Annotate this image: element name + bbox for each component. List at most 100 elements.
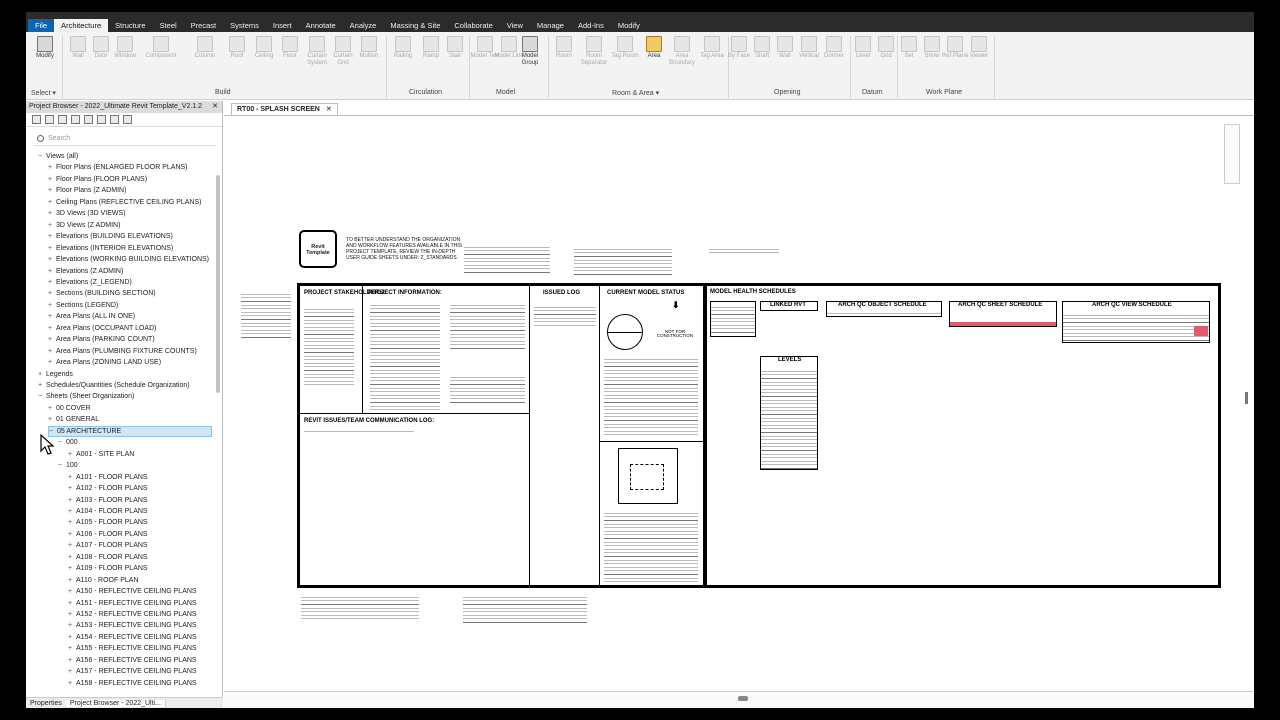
tree-item[interactable]: + A106 - FLOOR PLANS	[68, 529, 148, 540]
expand-icon[interactable]: +	[68, 563, 76, 574]
expand-icon[interactable]: +	[48, 334, 56, 345]
tab-insert[interactable]: Insert	[266, 19, 299, 32]
room-separator-button[interactable]: Room Separator	[579, 36, 609, 67]
tree-item[interactable]: + A150 - REFLECTIVE CEILING PLANS	[68, 586, 197, 597]
tree-item[interactable]: + Area Plans (PLUMBING FIXTURE COUNTS)	[48, 346, 197, 357]
tree-item[interactable]: + Elevations (WORKING BUILDING ELEVATIONS…	[48, 254, 209, 265]
tree-item[interactable]: + Floor Plans (Z ADMIN)	[48, 185, 126, 196]
expand-icon[interactable]: +	[68, 517, 76, 528]
tag-area-button[interactable]: Tag Area	[697, 36, 727, 60]
tree-item[interactable]: +3D Views (3D VIEWS)	[48, 208, 126, 219]
tree-item[interactable]: +01 GENERAL	[48, 414, 99, 425]
schedule-icon[interactable]	[71, 115, 80, 124]
group-icon[interactable]	[110, 115, 119, 124]
tree-item[interactable]: + Area Plans (PARKING COUNT)	[48, 334, 155, 345]
tab-annotate[interactable]: Annotate	[299, 19, 343, 32]
tree-item[interactable]: + A153 - REFLECTIVE CEILING PLANS	[68, 620, 197, 631]
tree-item[interactable]: + A151 - REFLECTIVE CEILING PLANS	[68, 598, 197, 609]
vertical-scrollbar[interactable]	[1245, 392, 1248, 404]
tree-item[interactable]: + Area Plans (ALL IN ONE)	[48, 311, 135, 322]
area-button[interactable]: Area	[639, 36, 669, 60]
tree-item[interactable]: + Area Plans (ZONING LAND USE)	[48, 357, 161, 368]
modify-button[interactable]: Modify	[30, 36, 60, 60]
tree-item[interactable]: −000	[58, 437, 78, 448]
tree-item[interactable]: +00 COVER	[48, 403, 91, 414]
expand-icon[interactable]: +	[68, 632, 76, 643]
tab-systems[interactable]: Systems	[223, 19, 266, 32]
tree-item[interactable]: −05 ARCHITECTURE	[48, 425, 212, 437]
tree-item[interactable]: + Schedules/Quantities (Schedule Organiza…	[38, 380, 190, 391]
tab-precast[interactable]: Precast	[184, 19, 223, 32]
horizontal-scrollbar[interactable]	[738, 696, 748, 701]
tree-item[interactable]: + Elevations (BUILDING ELEVATIONS)	[48, 231, 173, 242]
collapse-icon[interactable]: −	[38, 151, 46, 162]
tree-item[interactable]: − Views (all)	[38, 151, 78, 162]
expand-icon[interactable]: +	[68, 552, 76, 563]
dormer-button[interactable]: Dormer	[819, 36, 849, 60]
tab-analyze[interactable]: Analyze	[343, 19, 384, 32]
area-boundary-button[interactable]: Area Boundary	[667, 36, 697, 67]
tree-item[interactable]: + Sections (BUILDING SECTION)	[48, 288, 156, 299]
column-button[interactable]: Column	[190, 36, 220, 60]
expand-icon[interactable]: +	[68, 598, 76, 609]
sheet-icon[interactable]	[84, 115, 93, 124]
tab-modify[interactable]: Modify	[611, 19, 647, 32]
scrollbar[interactable]	[216, 175, 220, 393]
expand-icon[interactable]: +	[38, 369, 46, 380]
expand-icon[interactable]: +	[48, 311, 56, 322]
floor-plan-icon[interactable]	[45, 115, 54, 124]
expand-icon[interactable]: +	[68, 586, 76, 597]
expand-icon[interactable]: +	[48, 414, 56, 425]
stair-button[interactable]: Stair	[440, 36, 470, 60]
tree-item[interactable]: + Area Plans (OCCUPANT LOAD)	[48, 323, 157, 334]
viewer-button[interactable]: Viewer	[964, 36, 994, 60]
tab-collaborate[interactable]: Collaborate	[447, 19, 499, 32]
tree-item[interactable]: + A156 - REFLECTIVE CEILING PLANS	[68, 655, 197, 666]
section-icon[interactable]	[58, 115, 67, 124]
tree-item[interactable]: + A157 - REFLECTIVE CEILING PLANS	[68, 666, 197, 677]
expand-icon[interactable]: +	[68, 666, 76, 677]
tab-massing-site[interactable]: Massing & Site	[383, 19, 447, 32]
close-icon[interactable]: ✕	[212, 101, 218, 113]
expand-icon[interactable]: +	[48, 174, 56, 185]
tag-room-button[interactable]: Tag Room	[610, 36, 640, 60]
tab-manage[interactable]: Manage	[530, 19, 571, 32]
search-input[interactable]: Search	[34, 132, 216, 146]
mullion-button[interactable]: Mullion	[354, 36, 384, 60]
tree-item[interactable]: + Ceiling Plans (REFLECTIVE CEILING PLANS…	[48, 197, 202, 208]
tree-item[interactable]: + A001 - SITE PLAN	[68, 449, 134, 460]
tree-item[interactable]: + Sections (LEGEND)	[48, 300, 118, 311]
tab-properties[interactable]: Properties	[26, 700, 66, 707]
window-button[interactable]: Window	[110, 36, 140, 60]
expand-icon[interactable]: +	[68, 449, 76, 460]
tree-item[interactable]: + Elevations (Z ADMIN)	[48, 266, 123, 277]
drawing-canvas[interactable]: Revit Template TO BETTER UNDERSTAND THE …	[224, 116, 1254, 691]
tree-item[interactable]: + A101 - FLOOR PLANS	[68, 472, 148, 483]
tab-architecture[interactable]: Architecture	[54, 19, 109, 32]
collapse-icon[interactable]: −	[58, 460, 66, 471]
tree-item[interactable]: + A103 - FLOOR PLANS	[68, 495, 148, 506]
room-button[interactable]: Room	[549, 36, 579, 60]
tree-item[interactable]: + A105 - FLOOR PLANS	[68, 517, 148, 528]
panel-select[interactable]: Select ▾	[31, 89, 56, 97]
component-button[interactable]: Component	[141, 36, 181, 60]
tree-item[interactable]: +3D Views (Z ADMIN)	[48, 220, 120, 231]
tab-structure[interactable]: Structure	[108, 19, 152, 32]
tree-item[interactable]: + Floor Plans (ENLARGED FLOOR PLANS)	[48, 162, 187, 173]
tab-add-ins[interactable]: Add-Ins	[571, 19, 611, 32]
tab-view[interactable]: View	[500, 19, 530, 32]
expand-icon[interactable]: +	[48, 254, 56, 265]
expand-icon[interactable]: +	[48, 403, 56, 414]
expand-icon[interactable]: +	[48, 208, 56, 219]
expand-icon[interactable]: +	[48, 346, 56, 357]
close-icon[interactable]: ✕	[326, 106, 332, 113]
tree-item[interactable]: + A158 - REFLECTIVE CEILING PLANS	[68, 678, 197, 689]
expand-icon[interactable]: +	[68, 643, 76, 654]
legend-icon[interactable]	[97, 115, 106, 124]
floor-button[interactable]: Floor	[275, 36, 305, 60]
collapse-icon[interactable]: −	[58, 437, 66, 448]
tree-item[interactable]: + A107 - FLOOR PLANS	[68, 540, 148, 551]
tree-item[interactable]: + A110 - ROOF PLAN	[68, 575, 139, 586]
link-icon[interactable]	[123, 115, 132, 124]
tree-item[interactable]: + Legends	[38, 369, 73, 380]
